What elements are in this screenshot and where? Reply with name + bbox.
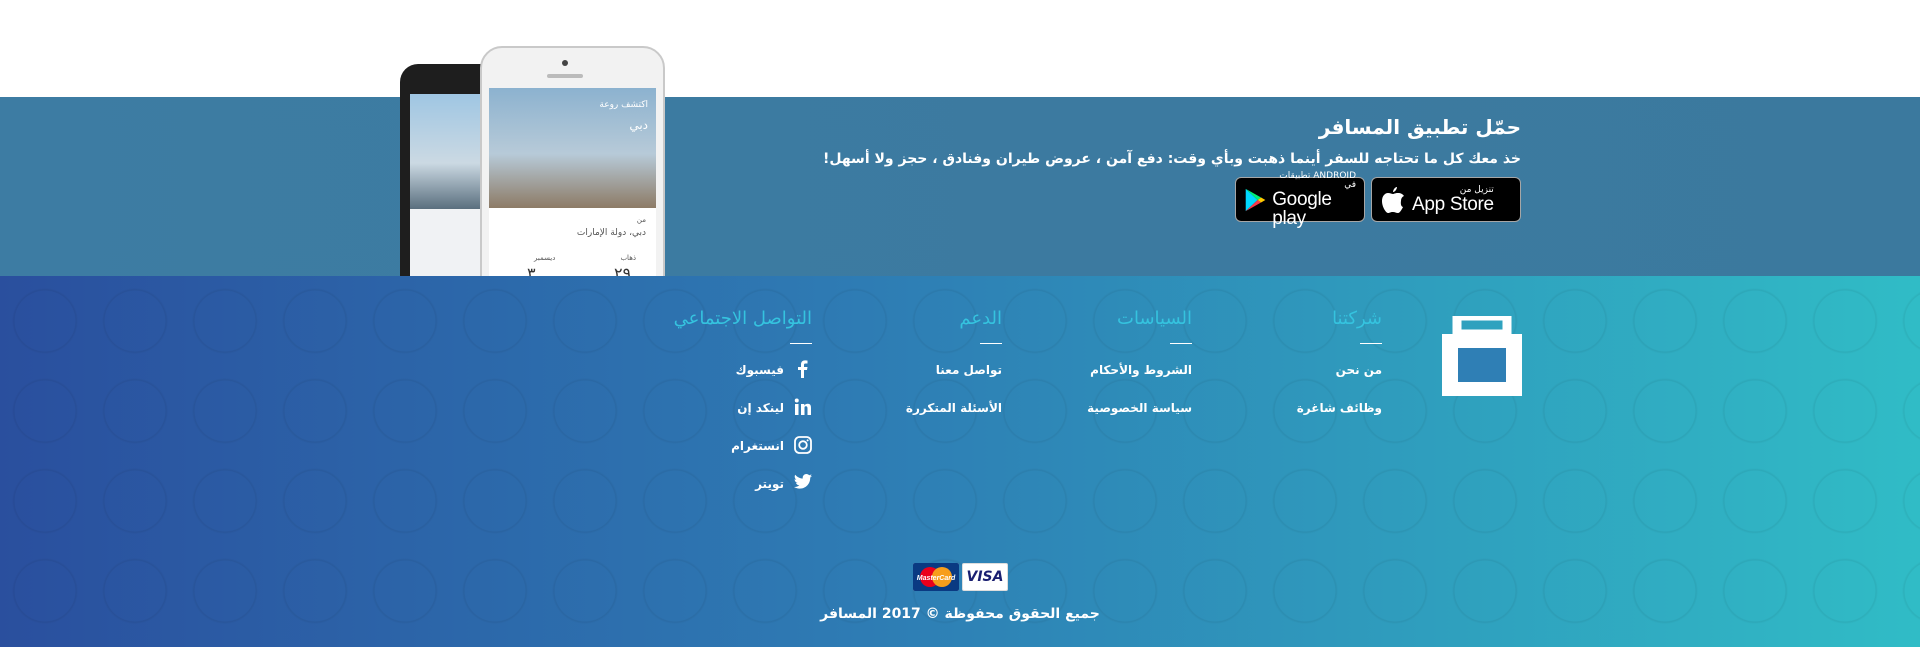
google-play-small: تطبيقات ANDROID في: [1279, 170, 1356, 190]
link-careers[interactable]: وظائف شاغرة: [1232, 398, 1382, 436]
phone-field-value: دبي، دولة الإمارات: [576, 228, 646, 238]
visa-logo: VISA: [962, 563, 1008, 591]
app-promo-subtitle: خذ معك كل ما تحتاجه للسفر أينما ذهبت وبأ…: [822, 151, 1521, 167]
support-heading: الدعم: [959, 308, 1002, 329]
google-play-text: تطبيقات ANDROID في Google play: [1272, 170, 1356, 229]
google-play-big: Google play: [1272, 188, 1332, 229]
google-play-icon: [1245, 188, 1266, 211]
linkedin-icon: [794, 398, 812, 416]
app-store-big: App Store: [1412, 193, 1494, 215]
phone-col2-label: ديسمبر: [534, 254, 556, 262]
support-divider: [980, 343, 1002, 344]
policies-heading: السياسات: [1117, 308, 1192, 329]
policies-divider: [1170, 343, 1192, 344]
facebook-icon: [794, 360, 812, 378]
link-privacy[interactable]: سياسة الخصوصية: [1042, 398, 1192, 436]
phone-col1-value: ٢٩: [614, 264, 632, 276]
apple-icon: [1382, 186, 1404, 213]
app-promo-title: حمّل تطبيق المسافر: [1318, 115, 1521, 139]
footer-col-social: التواصل الاجتماعي فيسبوك لينكد إن انستغر…: [612, 307, 812, 512]
twitter-label: تويتر: [755, 477, 784, 491]
google-play-button[interactable]: تطبيقات ANDROID في Google play: [1235, 171, 1365, 228]
footer-col-company: شركتنا من نحن وظائف شاغرة: [1232, 307, 1382, 436]
link-about-us[interactable]: من نحن: [1232, 360, 1382, 398]
twitter-icon: [794, 474, 812, 489]
social-heading: التواصل الاجتماعي: [673, 308, 812, 329]
link-linkedin[interactable]: لينكد إن: [612, 398, 812, 436]
phone-speaker: [547, 74, 583, 78]
phone-col1-label: ذهاب: [620, 254, 636, 262]
company-divider: [1360, 343, 1382, 344]
footer-col-support: الدعم تواصل معنا الأسئلة المتكررة: [852, 307, 1002, 436]
link-faq[interactable]: الأسئلة المتكررة: [852, 398, 1002, 436]
app-store-text: تنزيل من App Store: [1412, 185, 1494, 215]
phone-field-label: من: [636, 216, 646, 224]
instagram-icon: [794, 436, 812, 454]
link-twitter[interactable]: تويتر: [612, 474, 812, 512]
phone-col2-value: ٣: [527, 264, 536, 276]
social-divider: [790, 343, 812, 344]
page: اكتشف روعة دبي من دبي، دولة الإمارات ذها…: [0, 0, 1920, 647]
store-badges: تطبيقات ANDROID في Google play تنزيل من …: [1235, 171, 1521, 228]
app-promo-text: حمّل تطبيق المسافر خذ معك كل ما تحتاجه ل…: [621, 114, 1521, 168]
footer-col-policies: السياسات الشروط والأحكام سياسة الخصوصية: [1042, 307, 1192, 436]
app-store-button[interactable]: تنزيل من App Store: [1371, 177, 1521, 222]
payment-methods: MasterCard VISA: [913, 563, 1008, 591]
phone-camera: [562, 60, 568, 66]
link-terms[interactable]: الشروط والأحكام: [1042, 360, 1192, 398]
facebook-label: فيسبوك: [735, 363, 784, 377]
linkedin-label: لينكد إن: [737, 401, 784, 415]
mastercard-logo: MasterCard: [913, 563, 959, 591]
copyright-text: جميع الحقوق محفوظة © 2017 المسافر: [820, 606, 1100, 622]
instagram-label: انستغرام: [731, 439, 784, 453]
link-facebook[interactable]: فيسبوك: [612, 360, 812, 398]
company-heading: شركتنا: [1332, 308, 1382, 329]
link-instagram[interactable]: انستغرام: [612, 436, 812, 474]
almosafer-logo-icon: [1442, 316, 1522, 396]
link-contact[interactable]: تواصل معنا: [852, 360, 1002, 398]
top-white-area: [0, 0, 1920, 97]
phone-label: اكتشف روعة: [599, 100, 648, 110]
mastercard-text: MasterCard: [917, 575, 956, 582]
